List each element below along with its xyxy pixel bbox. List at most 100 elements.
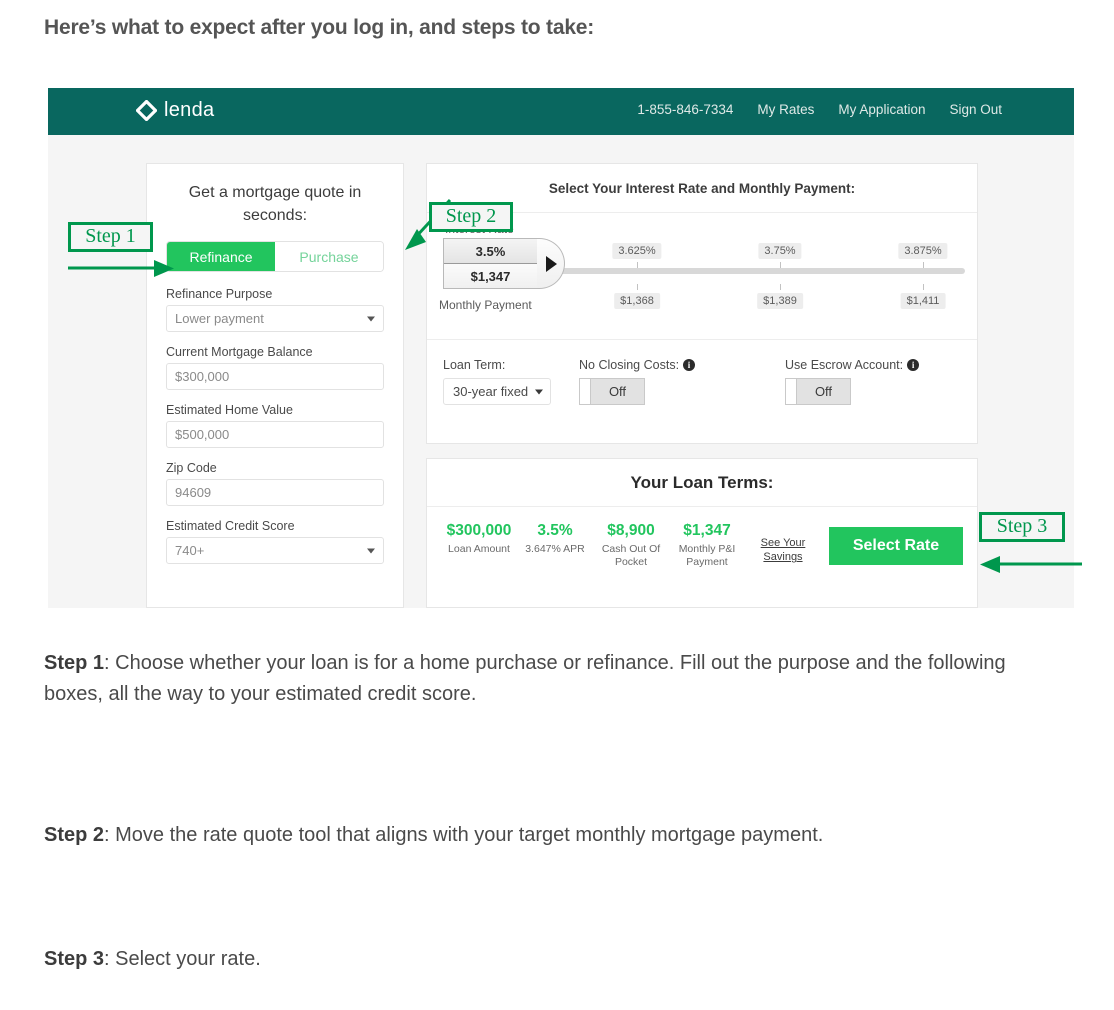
- label-estimated-home-value: Estimated Home Value: [166, 403, 293, 418]
- tick-mark-lower: [780, 284, 781, 290]
- loan-term-control: Loan Term: 30-year fixed: [443, 358, 552, 405]
- instruction-step-2: Step 2: Move the rate quote tool that al…: [44, 820, 1054, 851]
- info-icon[interactable]: i: [907, 359, 920, 371]
- no-closing-costs-text: No Closing Costs:: [579, 358, 680, 372]
- select-rate-button[interactable]: Select Rate: [829, 527, 963, 565]
- loan-type-toggle[interactable]: Refinance Purchase: [166, 241, 384, 273]
- toggle-knob: [580, 379, 591, 404]
- value-estimated-home-value: $500,000: [175, 427, 230, 443]
- value-zip-code: 94609: [175, 485, 212, 501]
- value-current-mortgage-balance: $300,000: [175, 369, 230, 385]
- diamond-logo-icon: [136, 100, 157, 121]
- toggle-knob: [786, 379, 797, 404]
- chevron-down-icon: [367, 316, 375, 322]
- nav-sign-out[interactable]: Sign Out: [949, 102, 1002, 117]
- instruction-step-2-label: Step 2: [44, 824, 105, 846]
- no-closing-costs-control: No Closing Costs: i Off: [579, 358, 696, 405]
- value-estimated-credit-score: 740+: [175, 543, 205, 559]
- tick-payment: $1,389: [757, 293, 803, 309]
- use-escrow-label: Use Escrow Account: i: [785, 358, 920, 372]
- select-estimated-credit-score[interactable]: 740+: [166, 537, 384, 565]
- loan-term-label: Loan Term:: [443, 358, 506, 372]
- instruction-step-1-label: Step 1: [44, 652, 105, 674]
- term-value: 3.5%: [537, 522, 573, 539]
- tick-rate: 3.75%: [758, 243, 802, 259]
- quote-form-title: Get a mortgage quote in seconds:: [188, 184, 362, 224]
- tick-payment: $1,368: [614, 293, 660, 309]
- rate-controls: Loan Term: 30-year fixed No Closing Cost…: [427, 339, 977, 445]
- annotation-step-1: Step 1: [68, 222, 153, 252]
- annotation-step-3: Step 3: [979, 512, 1065, 542]
- tick-mark-lower: [637, 284, 638, 290]
- term-label: Cash Out Of Pocket: [601, 543, 661, 569]
- page-title: Here’s what to expect after you log in, …: [44, 16, 595, 39]
- value-loan-term: 30-year fixed: [453, 384, 529, 399]
- chevron-down-icon: [535, 389, 544, 394]
- logo[interactable]: lenda: [136, 99, 214, 122]
- play-triangle-icon: [546, 255, 557, 272]
- info-icon[interactable]: i: [683, 359, 696, 371]
- label-current-mortgage-balance: Current Mortgage Balance: [166, 345, 313, 360]
- term-monthly-payment: $1,347 Monthly P&I Payment: [669, 522, 745, 570]
- term-value: $1,347: [683, 522, 731, 539]
- slider-drag-handle[interactable]: [537, 238, 565, 289]
- term-cash-out-of-pocket: $8,900 Cash Out Of Pocket: [593, 522, 669, 570]
- annotation-step-2: Step 2: [429, 202, 513, 232]
- instruction-step-1-text: : Choose whether your loan is for a home…: [44, 652, 1006, 705]
- toggle-state-label: Off: [814, 384, 833, 399]
- toggle-no-closing-costs[interactable]: Off: [579, 378, 645, 405]
- value-refinance-purpose: Lower payment: [175, 311, 264, 327]
- slider-handle-rate: 3.5%: [444, 239, 537, 264]
- tick-mark-upper: [637, 262, 638, 268]
- instruction-step-3-label: Step 3: [44, 948, 105, 970]
- tab-refinance[interactable]: Refinance: [167, 242, 275, 272]
- select-refinance-purpose[interactable]: Lower payment: [166, 305, 384, 333]
- toggle-use-escrow[interactable]: Off: [785, 378, 851, 405]
- chevron-down-icon: [367, 548, 375, 554]
- instruction-step-2-text: : Move the rate quote tool that aligns w…: [104, 824, 824, 846]
- term-label: Monthly P&I Payment: [678, 543, 736, 569]
- use-escrow-text: Use Escrow Account:: [785, 358, 904, 372]
- tick-payment: $1,411: [900, 293, 946, 309]
- loan-terms-title: Your Loan Terms:: [427, 459, 977, 507]
- tick-rate: 3.625%: [612, 243, 662, 259]
- use-escrow-control: Use Escrow Account: i Off: [785, 358, 920, 405]
- nav-my-rates[interactable]: My Rates: [757, 102, 814, 117]
- term-value: $8,900: [607, 522, 655, 539]
- loan-terms-card: Your Loan Terms: $300,000 Loan Amount 3.…: [426, 458, 978, 608]
- instruction-step-3-text: : Select your rate.: [104, 948, 261, 970]
- monthly-payment-label: Monthly Payment: [439, 298, 532, 312]
- quote-form-card: Get a mortgage quote in seconds: Refinan…: [146, 163, 404, 608]
- tick-mark-upper: [923, 262, 924, 268]
- no-closing-costs-label: No Closing Costs: i: [579, 358, 696, 372]
- term-label: Loan Amount: [448, 543, 510, 555]
- term-value: $300,000: [446, 522, 512, 539]
- instruction-step-3: Step 3: Select your rate.: [44, 944, 1054, 975]
- app-screenshot: lenda 1-855-846-7334 My Rates My Applica…: [48, 88, 1074, 608]
- term-loan-amount: $300,000 Loan Amount: [441, 522, 517, 556]
- term-apr: 3.5% 3.647% APR: [517, 522, 593, 556]
- see-your-savings-link[interactable]: See Your Savings: [751, 536, 815, 565]
- toggle-state-label: Off: [608, 384, 627, 399]
- instruction-step-1: Step 1: Choose whether your loan is for …: [44, 648, 1054, 710]
- tick-mark-upper: [780, 262, 781, 268]
- input-estimated-home-value[interactable]: $500,000: [166, 421, 384, 449]
- label-estimated-credit-score: Estimated Credit Score: [166, 519, 295, 534]
- tick-mark-lower: [923, 284, 924, 290]
- logo-text: lenda: [164, 99, 215, 121]
- slider-track[interactable]: [557, 268, 965, 274]
- nav-my-application[interactable]: My Application: [838, 102, 925, 117]
- tab-purchase[interactable]: Purchase: [275, 242, 383, 272]
- input-zip-code[interactable]: 94609: [166, 479, 384, 507]
- loan-terms-row: $300,000 Loan Amount 3.5% 3.647% APR $8,…: [427, 507, 977, 570]
- tick-rate: 3.875%: [898, 243, 948, 259]
- nav-phone[interactable]: 1-855-846-7334: [637, 102, 733, 117]
- label-zip-code: Zip Code: [166, 461, 217, 476]
- select-loan-term[interactable]: 30-year fixed: [443, 378, 552, 405]
- term-label: 3.647% APR: [525, 543, 585, 555]
- slider-handle[interactable]: 3.5% $1,347: [443, 238, 565, 289]
- input-current-mortgage-balance[interactable]: $300,000: [166, 363, 384, 391]
- slider-handle-body: 3.5% $1,347: [443, 238, 538, 289]
- app-nav: 1-855-846-7334 My Rates My Application S…: [637, 102, 1002, 117]
- slider-handle-payment: $1,347: [444, 264, 537, 288]
